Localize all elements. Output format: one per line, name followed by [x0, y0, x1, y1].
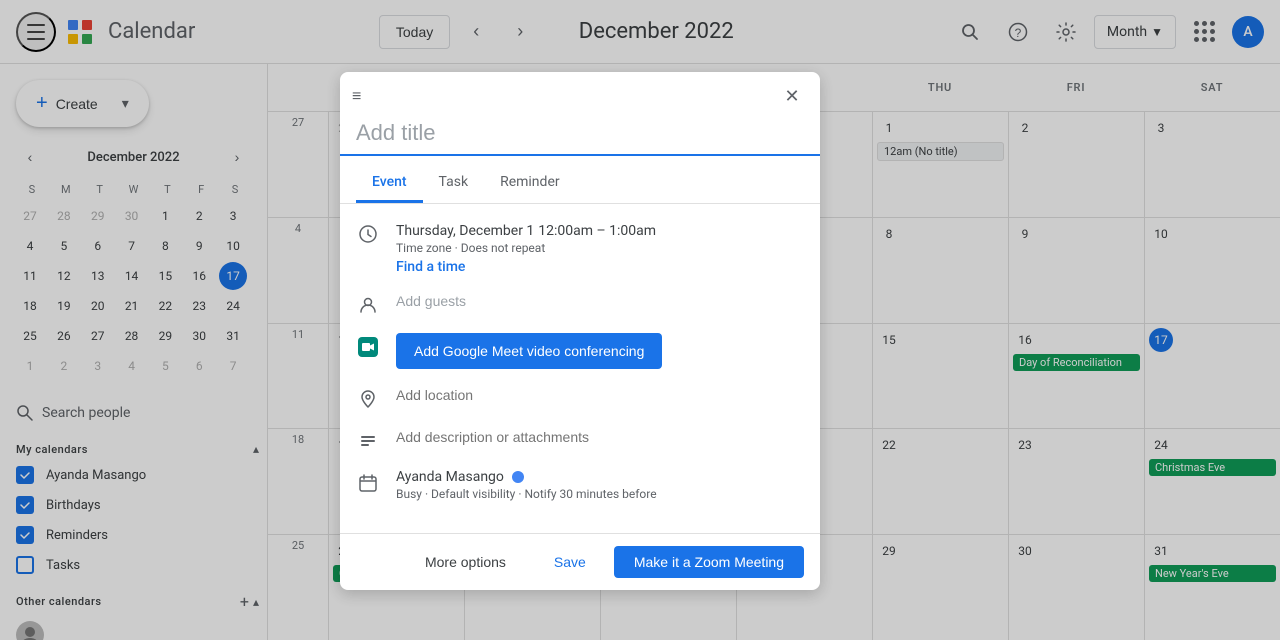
timezone-text[interactable]: Time zone [396, 241, 452, 255]
calendar-owner-display[interactable]: Ayanda Masango [396, 469, 804, 485]
modal-header: ≡ ✕ [340, 72, 820, 112]
meet-icon-placeholder [356, 335, 380, 359]
location-input[interactable] [396, 387, 804, 403]
tab-event[interactable]: Event [356, 164, 423, 203]
save-button[interactable]: Save [534, 546, 606, 578]
location-pin-icon [356, 387, 380, 411]
clock-icon [356, 222, 380, 246]
zoom-meeting-button[interactable]: Make it a Zoom Meeting [614, 546, 804, 578]
calendar-meta: Busy · Default visibility · Notify 30 mi… [396, 487, 804, 501]
close-button[interactable]: ✕ [776, 80, 808, 112]
datetime-content: Thursday, December 1 12:00am – 1:00am Ti… [396, 220, 804, 275]
new-event-modal: ≡ ✕ Event Task Reminder Thursday, Decemb… [340, 72, 820, 590]
meet-row: Add Google Meet video conferencing [356, 333, 804, 369]
calendar-owner-name: Ayanda Masango [396, 469, 504, 485]
calendar-color-dot [512, 471, 524, 483]
datetime-display[interactable]: Thursday, December 1 12:00am – 1:00am [396, 220, 804, 239]
timezone-repeat: Time zone · Does not repeat [396, 241, 804, 255]
add-meet-button[interactable]: Add Google Meet video conferencing [396, 333, 662, 369]
description-input[interactable] [396, 429, 804, 445]
cal-owner-content: Ayanda Masango Busy · Default visibility… [396, 469, 804, 501]
date-text[interactable]: Thursday, December 1 [396, 223, 534, 239]
person-icon [356, 293, 380, 317]
modal-body: Thursday, December 1 12:00am – 1:00am Ti… [340, 204, 820, 533]
description-row [356, 427, 804, 453]
datetime-row: Thursday, December 1 12:00am – 1:00am Ti… [356, 220, 804, 275]
calendar-icon [356, 471, 380, 495]
guests-content [396, 291, 804, 310]
location-content [396, 385, 804, 404]
find-time-button[interactable]: Find a time [396, 259, 804, 275]
repeat-text[interactable]: Does not repeat [461, 241, 546, 255]
guests-row [356, 291, 804, 317]
time-range-text[interactable]: 12:00am – 1:00am [538, 223, 656, 239]
meet-button-label: Add Google Meet video conferencing [414, 343, 644, 359]
location-row [356, 385, 804, 411]
calendar-owner-row: Ayanda Masango Busy · Default visibility… [356, 469, 804, 501]
drag-handle-icon: ≡ [352, 86, 361, 106]
guests-input[interactable] [396, 293, 804, 309]
desc-content [396, 427, 804, 446]
event-title-input[interactable] [340, 112, 820, 156]
modal-tabs: Event Task Reminder [340, 156, 820, 204]
modal-footer: More options Save Make it a Zoom Meeting [340, 533, 820, 590]
tab-reminder[interactable]: Reminder [484, 164, 576, 203]
more-options-button[interactable]: More options [405, 546, 526, 578]
description-icon [356, 429, 380, 453]
tab-task[interactable]: Task [423, 164, 485, 203]
meet-content: Add Google Meet video conferencing [396, 333, 804, 369]
